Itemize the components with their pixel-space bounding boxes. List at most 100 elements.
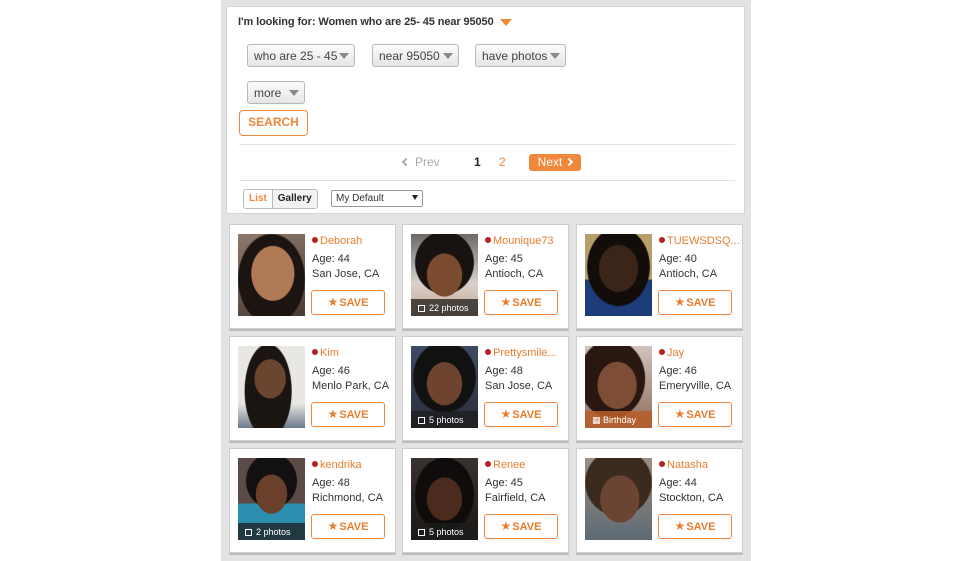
search-summary[interactable]: I'm looking for: Women who are 25- 45 ne… [238,16,512,28]
online-status-dot [659,349,665,355]
prev-page-link[interactable]: Prev [401,155,440,169]
profile-name: Mounique73 [493,235,554,247]
photo-count-badge: 5 photos [411,411,478,428]
save-button[interactable]: ★SAVE [311,290,385,315]
photos-icon [418,529,425,536]
profile-name-link[interactable]: Mounique73 [485,235,567,247]
profile-photo[interactable]: ▦ Birthday [585,346,652,428]
profile-photo[interactable] [238,346,305,428]
profile-city: San Jose, CA [312,268,380,280]
save-button[interactable]: ★SAVE [484,290,558,315]
save-button[interactable]: ★SAVE [658,402,732,427]
profile-name-link[interactable]: Prettysmile... [485,347,567,359]
divider [239,180,735,181]
photo-count-badge: 22 photos [411,299,478,316]
profile-age: Age: 44 [659,477,697,489]
list-view-tab[interactable]: List [244,190,273,208]
star-icon: ★ [674,407,686,421]
profile-age: Age: 44 [312,253,350,265]
profile-name: TUEWSDSQ... [667,235,740,247]
star-icon: ★ [674,295,686,309]
profile-age: Age: 48 [312,477,350,489]
profile-name: Natasha [667,459,708,471]
star-icon: ★ [500,295,512,309]
profile-name-link[interactable]: Natasha [659,459,741,471]
next-page-button[interactable]: Next [529,154,581,171]
more-select[interactable]: more [247,81,305,104]
profile-age: Age: 40 [659,253,697,265]
location-value: near 95050 [379,49,440,63]
save-label: SAVE [339,409,369,421]
age-range-select[interactable]: who are 25 - 45 [247,44,355,67]
profile-city: Richmond, CA [312,492,383,504]
caret-down-icon[interactable] [499,18,512,26]
profile-name-link[interactable]: TUEWSDSQ... [659,235,741,247]
profile-photo[interactable]: 2 photos [238,458,305,540]
photos-select[interactable]: have photos [475,44,566,67]
photo-count: 22 photos [429,303,469,313]
profile-name-link[interactable]: kendrika [312,459,394,471]
profile-age: Age: 46 [659,365,697,377]
save-button[interactable]: ★SAVE [484,402,558,427]
profile-card: 2 photos kendrika Age: 48 Richmond, CA ★… [229,448,396,553]
profile-name-link[interactable]: Deborah [312,235,394,247]
profile-city: Emeryville, CA [659,380,732,392]
online-status-dot [659,461,665,467]
page-1-link[interactable]: 1 [474,155,481,169]
profile-city: Antioch, CA [485,268,544,280]
page-2-link[interactable]: 2 [499,155,506,169]
gift-icon: ▦ [592,415,604,425]
profile-city: Fairfield, CA [485,492,546,504]
save-label: SAVE [512,297,542,309]
online-status-dot [312,349,318,355]
profile-name: Prettysmile... [493,347,557,359]
save-button[interactable]: ★SAVE [658,514,732,539]
save-button[interactable]: ★SAVE [484,514,558,539]
profile-photo[interactable]: 5 photos [411,346,478,428]
profile-name-link[interactable]: Kim [312,347,394,359]
profile-name: Kim [320,347,339,359]
photos-icon [418,305,425,312]
profile-name-link[interactable]: Renee [485,459,567,471]
save-button[interactable]: ★SAVE [311,514,385,539]
save-label: SAVE [339,521,369,533]
online-status-dot [659,237,665,243]
save-label: SAVE [686,409,716,421]
photo-count: 5 photos [429,527,464,537]
profile-photo[interactable] [585,458,652,540]
save-button[interactable]: ★SAVE [658,290,732,315]
profile-card: Natasha Age: 44 Stockton, CA ★SAVE [576,448,743,553]
profile-photo[interactable]: 22 photos [411,234,478,316]
dropdown-arrow-icon [289,90,299,96]
photos-icon [418,417,425,424]
search-button[interactable]: SEARCH [239,110,308,136]
online-status-dot [312,461,318,467]
save-button[interactable]: ★SAVE [311,402,385,427]
online-status-dot [485,237,491,243]
photos-icon [245,529,252,536]
dropdown-arrow-icon [443,53,453,59]
profile-photo[interactable]: 5 photos [411,458,478,540]
profile-card: 5 photos Renee Age: 45 Fairfield, CA ★SA… [402,448,569,553]
gallery-view-tab[interactable]: Gallery [272,190,317,208]
profile-city: San Jose, CA [485,380,553,392]
sort-select[interactable]: My Default [331,190,423,207]
profile-card: TUEWSDSQ... Age: 40 Antioch, CA ★SAVE [576,224,743,329]
star-icon: ★ [327,407,339,421]
profile-photo[interactable] [238,234,305,316]
profile-city: Stockton, CA [659,492,724,504]
profile-card: 5 photos Prettysmile... Age: 48 San Jose… [402,336,569,441]
profile-name-link[interactable]: Jay [659,347,741,359]
prev-label: Prev [415,155,440,169]
profile-age: Age: 45 [485,253,523,265]
profile-city: Menlo Park, CA [312,380,390,392]
profile-age: Age: 46 [312,365,350,377]
save-label: SAVE [512,521,542,533]
profile-photo[interactable] [585,234,652,316]
online-status-dot [485,461,491,467]
photos-value: have photos [482,49,548,63]
divider [239,144,735,145]
location-select[interactable]: near 95050 [372,44,459,67]
dropdown-arrow-icon [339,53,349,59]
profile-name: kendrika [320,459,362,471]
